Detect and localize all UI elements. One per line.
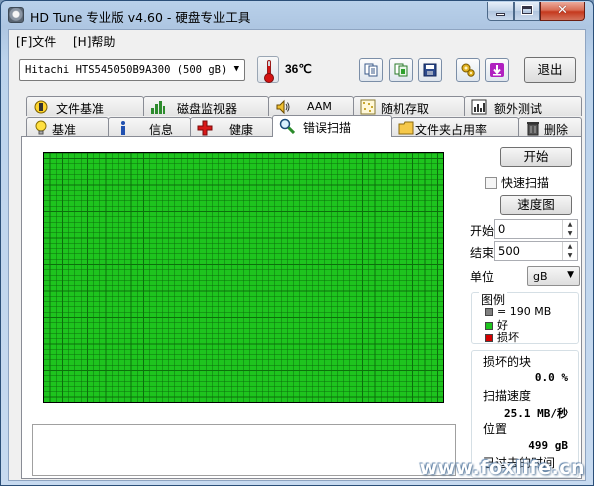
- start-position-value: 0: [498, 222, 506, 236]
- watermark: www.foxlife.cn: [419, 457, 585, 479]
- tab-row-upper: 文件基准 磁盘监视器 AAM 随机存取 额外测试: [26, 96, 582, 116]
- client-area: [F]文件 [H]帮助 Hitachi HTS545050B9A300 (500…: [8, 29, 586, 481]
- speaker-icon: [276, 99, 290, 115]
- drive-select[interactable]: Hitachi HTS545050B9A300 (500 gB) ▼: [19, 59, 245, 81]
- maximize-icon: [521, 5, 533, 15]
- hdtune-app-icon[interactable]: [8, 7, 24, 23]
- temperature-readout: 36℃: [285, 62, 312, 76]
- save-button[interactable]: [418, 58, 442, 82]
- damaged-blocks-value: 0.0 %: [534, 371, 568, 384]
- copy-info-button[interactable]: [389, 58, 413, 82]
- window-title: HD Tune 专业版 v4.60 - 硬盘专业工具: [30, 10, 251, 25]
- bad-swatch: [485, 334, 493, 342]
- disk-monitor-icon: [151, 101, 165, 114]
- menu-file[interactable]: [F]文件: [16, 33, 56, 50]
- spin-up-icon[interactable]: ▲: [562, 242, 577, 251]
- block-map-grid: [44, 153, 443, 402]
- tab-benchmark[interactable]: 基准: [26, 117, 109, 137]
- quick-scan-option[interactable]: 快速扫描: [485, 174, 549, 191]
- scan-speed-label: 扫描速度: [483, 389, 532, 403]
- end-label: 结束: [470, 246, 495, 260]
- tab-aam[interactable]: AAM: [268, 96, 354, 116]
- dropdown-arrow-icon: ▼: [567, 270, 574, 280]
- close-button[interactable]: ✕: [540, 2, 585, 21]
- legend-group: 图例 = 190 MB 好 损坏: [471, 291, 579, 345]
- maximize-button[interactable]: [514, 2, 540, 21]
- quick-scan-label: 快速扫描: [501, 176, 550, 190]
- spin-down-icon[interactable]: ▼: [562, 251, 577, 260]
- tab-label: 错误扫描: [303, 121, 352, 135]
- exit-button[interactable]: 退出: [524, 57, 576, 83]
- tab-file-benchmark[interactable]: 文件基准: [26, 96, 144, 116]
- error-scan-icon: [279, 118, 295, 134]
- tab-row-lower: 基准 信息 健康 错误扫描 文件夹占用率 删除: [26, 115, 582, 137]
- file-benchmark-icon: [34, 100, 48, 114]
- minimize-icon: [496, 13, 505, 16]
- legend-bad-text: 损坏: [497, 331, 519, 344]
- legend-bad: 损坏: [485, 329, 519, 345]
- title-bar[interactable]: HD Tune 专业版 v4.60 - 硬盘专业工具 ✕: [1, 1, 593, 29]
- error-scan-panel: 开始 快速扫描 速度图 开始 0 ▲ ▼ 结束 500 ▲ ▼ 单位 gB ▼ …: [21, 136, 582, 479]
- menu-bar: [F]文件 [H]帮助: [9, 30, 585, 52]
- tab-health[interactable]: 健康: [190, 117, 273, 137]
- save-icon: [423, 63, 437, 77]
- drive-select-value: Hitachi HTS545050B9A300 (500 gB): [25, 64, 228, 76]
- end-position-value: 500: [498, 244, 520, 258]
- menu-help[interactable]: [H]帮助: [73, 33, 115, 50]
- toolbar: Hitachi HTS545050B9A300 (500 gB) ▼ 36℃ 退…: [9, 52, 585, 90]
- app-window: HD Tune 专业版 v4.60 - 硬盘专业工具 ✕ [F]文件 [H]帮助…: [0, 0, 594, 486]
- options-button[interactable]: [456, 58, 480, 82]
- tab-extra-tests[interactable]: 额外测试: [464, 96, 582, 116]
- options-icon: [461, 63, 475, 77]
- tab-folder-usage[interactable]: 文件夹占用率: [391, 117, 519, 137]
- screenshot-icon: [490, 63, 504, 77]
- tab-label: AAM: [307, 100, 332, 113]
- quick-scan-checkbox[interactable]: [485, 177, 497, 189]
- minimize-button[interactable]: [487, 2, 514, 21]
- dropdown-arrow-icon: ▼: [233, 64, 239, 74]
- end-position-spinner[interactable]: 500 ▲ ▼: [494, 241, 578, 261]
- erase-icon: [527, 122, 539, 136]
- folder-usage-icon: [398, 121, 414, 135]
- health-icon: [197, 120, 213, 136]
- copy-info-icon: [394, 63, 408, 77]
- tab-error-scan[interactable]: 错误扫描: [272, 115, 392, 137]
- damaged-blocks-label: 损坏的块: [483, 355, 532, 369]
- spin-down-icon[interactable]: ▼: [562, 229, 577, 238]
- scan-speed-value: 25.1 MB/秒: [504, 407, 568, 420]
- tab-label: 额外测试: [494, 102, 543, 116]
- spin-up-icon[interactable]: ▲: [562, 220, 577, 229]
- tab-random-access[interactable]: 随机存取: [353, 96, 465, 116]
- unit-select[interactable]: gB ▼: [527, 266, 580, 286]
- tab-disk-monitor[interactable]: 磁盘监视器: [143, 96, 269, 116]
- position-value: 499 gB: [528, 439, 568, 452]
- close-icon: ✕: [557, 3, 568, 18]
- tab-label: 磁盘监视器: [177, 102, 238, 116]
- extra-tests-icon: [471, 99, 487, 115]
- copy-text-button[interactable]: [359, 58, 383, 82]
- speed-map-button[interactable]: 速度图: [500, 195, 572, 215]
- thermometer-icon: [257, 56, 279, 83]
- tab-info[interactable]: 信息: [108, 117, 191, 137]
- unit-label: 单位: [470, 270, 495, 284]
- start-position-spinner[interactable]: 0 ▲ ▼: [494, 219, 578, 239]
- position-label: 位置: [483, 422, 508, 436]
- block-swatch: [485, 308, 493, 316]
- benchmark-icon: [35, 120, 47, 135]
- copy-text-icon: [364, 63, 378, 77]
- start-label: 开始: [470, 224, 495, 238]
- scan-controls: 开始 快速扫描 速度图 开始 0 ▲ ▼ 结束 500 ▲ ▼ 单位 gB ▼ …: [468, 137, 583, 480]
- tab-label: 文件基准: [56, 102, 105, 116]
- scan-log-area[interactable]: [32, 424, 456, 476]
- unit-select-value: gB: [533, 270, 548, 283]
- screenshot-button[interactable]: [485, 58, 509, 82]
- tab-erase[interactable]: 删除: [518, 117, 582, 137]
- block-map: [43, 152, 444, 403]
- start-scan-button[interactable]: 开始: [500, 147, 572, 167]
- info-icon: [121, 121, 125, 135]
- random-access-icon: [360, 99, 376, 115]
